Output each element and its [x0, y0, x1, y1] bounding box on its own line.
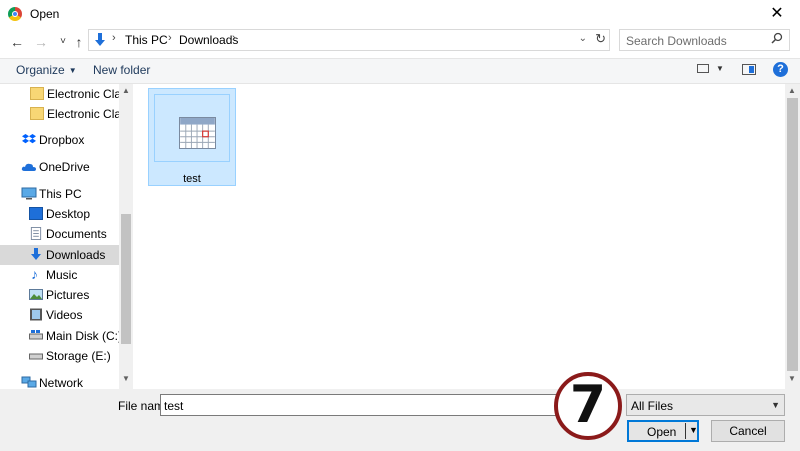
music-icon: ♪: [31, 266, 38, 282]
sidebar-item-desktop[interactable]: Desktop: [0, 204, 119, 224]
sidebar-item-documents[interactable]: Documents: [0, 224, 119, 244]
sidebar-scrollbar[interactable]: ▲ ▼: [119, 84, 133, 389]
network-icon: [21, 376, 37, 388]
view-options-chevron-icon[interactable]: ▼: [716, 64, 724, 73]
file-item[interactable]: test: [148, 88, 236, 186]
open-options-chevron-icon[interactable]: ▼: [689, 425, 698, 435]
sidebar-item-electronic-clarifi-2[interactable]: Electronic Clarifi: [0, 104, 119, 124]
drive-icon: [29, 353, 43, 360]
open-button-label: Open: [647, 425, 677, 439]
dialog-footer: File name: All Files ▼ Open ▼ Cancel: [0, 389, 800, 451]
address-bar[interactable]: › This PC › Downloads › ⌄ ↻: [88, 29, 610, 51]
sidebar-item-network[interactable]: Network: [0, 373, 119, 389]
search-input[interactable]: [620, 30, 768, 52]
documents-icon: [30, 227, 42, 240]
sidebar-item-storage[interactable]: Storage (E:): [0, 346, 119, 366]
chrome-icon: [8, 7, 22, 21]
scroll-up-icon[interactable]: ▲: [122, 86, 130, 95]
help-button[interactable]: ?: [773, 62, 788, 77]
sidebar-item-label: Pictures: [46, 288, 90, 302]
download-icon: [31, 248, 41, 260]
drive-icon: [29, 330, 43, 340]
folder-icon: [30, 107, 44, 120]
sidebar-item-pictures[interactable]: Pictures: [0, 285, 119, 305]
step-number-badge: 7: [554, 372, 622, 440]
sidebar-item-onedrive[interactable]: OneDrive: [0, 157, 119, 177]
scroll-up-icon[interactable]: ▲: [788, 86, 796, 95]
download-location-icon: [95, 33, 105, 46]
sidebar-item-label: Electronic Clarifi: [47, 107, 119, 121]
file-list: test: [133, 84, 785, 389]
file-type-select[interactable]: All Files ▼: [626, 394, 785, 416]
sidebar-item-label: Main Disk (C:): [46, 329, 119, 343]
sidebar-item-downloads[interactable]: Downloads: [0, 245, 119, 265]
computer-icon: [21, 187, 37, 200]
sidebar-item-label: Documents: [46, 227, 107, 241]
scrollbar-thumb[interactable]: [121, 214, 131, 344]
address-dropdown-icon[interactable]: ⌄: [579, 33, 587, 44]
sidebar-item-dropbox[interactable]: Dropbox: [0, 130, 119, 150]
dropbox-icon: [22, 134, 36, 144]
breadcrumb-separator-icon[interactable]: ›: [112, 32, 116, 44]
sidebar-item-label: Videos: [46, 308, 83, 322]
scroll-down-icon[interactable]: ▼: [122, 374, 130, 383]
sidebar-item-label: Network: [39, 376, 84, 389]
onedrive-icon: [21, 163, 36, 171]
videos-icon: [30, 308, 42, 321]
change-view-icon[interactable]: [697, 64, 709, 73]
sidebar-item-music[interactable]: ♪ Music: [0, 265, 119, 285]
organize-label: Organize: [16, 63, 65, 77]
chevron-down-icon: ▼: [68, 66, 77, 75]
sidebar-item-videos[interactable]: Videos: [0, 305, 119, 325]
sidebar-item-main-disk[interactable]: Main Disk (C:): [0, 326, 119, 346]
sidebar-item-label: Desktop: [46, 207, 91, 221]
scrollbar-thumb[interactable]: [787, 98, 798, 371]
command-bar: Organize ▼ New folder ▼ ?: [0, 58, 800, 84]
folder-icon: [30, 87, 44, 100]
cancel-button[interactable]: Cancel: [711, 420, 785, 442]
open-button[interactable]: Open ▼: [627, 420, 699, 442]
sidebar-item-label: Storage (E:): [46, 349, 111, 363]
preview-pane-icon[interactable]: [742, 64, 756, 75]
refresh-button[interactable]: ↻: [595, 31, 606, 47]
split-divider: [685, 423, 686, 439]
search-box[interactable]: [619, 29, 790, 52]
sidebar-item-this-pc[interactable]: This PC: [0, 184, 119, 204]
breadcrumb-separator-icon[interactable]: ›: [168, 32, 172, 44]
sidebar-item-label: OneDrive: [39, 160, 90, 174]
breadcrumb-separator-icon[interactable]: ›: [232, 32, 236, 44]
file-name-label: test: [183, 173, 201, 185]
desktop-icon: [29, 207, 43, 220]
close-button[interactable]: ✕: [754, 0, 800, 28]
sidebar-item-label: Music: [46, 268, 78, 282]
sidebar-item-label: Electronic Clarifi: [47, 87, 119, 101]
pictures-icon: [29, 289, 43, 300]
calendar-file-icon: [179, 117, 216, 149]
file-name-field[interactable]: [160, 394, 620, 417]
sidebar-item-label: Downloads: [46, 248, 106, 262]
new-folder-button[interactable]: New folder: [93, 63, 150, 77]
navigation-pane: Electronic Clarifi Electronic Clarifi Dr…: [0, 84, 119, 389]
chevron-down-icon: ▼: [771, 400, 780, 410]
up-folder-button[interactable]: ↑: [70, 33, 88, 51]
organize-button[interactable]: Organize ▼: [16, 63, 77, 77]
sidebar-item-electronic-clarifi-1[interactable]: Electronic Clarifi: [0, 84, 119, 104]
title-bar: Open ✕: [0, 0, 800, 28]
file-list-scrollbar[interactable]: ▲ ▼: [785, 84, 800, 389]
forward-button[interactable]: →: [32, 33, 50, 51]
back-button[interactable]: ←: [8, 33, 26, 51]
file-name-input[interactable]: [161, 395, 526, 417]
breadcrumb-this-pc[interactable]: This PC: [125, 33, 168, 47]
file-type-value: All Files: [631, 399, 674, 413]
thumbnail-frame: [154, 94, 230, 162]
search-icon[interactable]: [771, 32, 783, 44]
sidebar-item-label: Dropbox: [39, 133, 85, 147]
breadcrumb-downloads[interactable]: Downloads: [179, 33, 238, 47]
window-title: Open: [30, 7, 60, 21]
scroll-down-icon[interactable]: ▼: [788, 374, 796, 383]
sidebar-item-label: This PC: [39, 187, 82, 201]
